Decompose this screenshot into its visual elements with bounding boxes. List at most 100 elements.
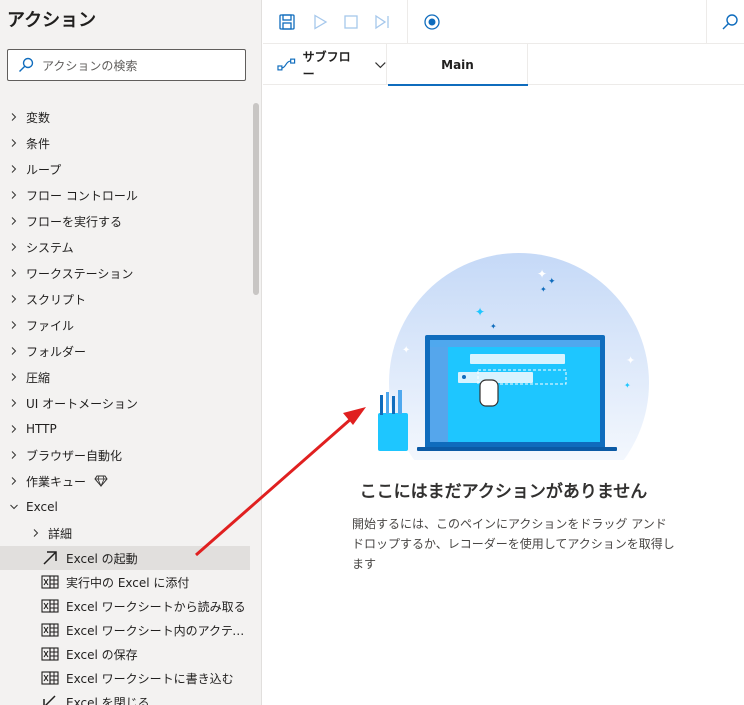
run-button[interactable] bbox=[308, 10, 332, 34]
save-icon bbox=[279, 14, 295, 30]
action-item[interactable]: Excel の保存 bbox=[0, 642, 250, 666]
chevron-right-icon bbox=[0, 347, 26, 355]
search-icon bbox=[19, 57, 34, 72]
category-item[interactable]: 圧縮 bbox=[0, 364, 250, 390]
step-button[interactable] bbox=[370, 10, 394, 34]
tab-main-label: Main bbox=[441, 57, 474, 72]
category-item[interactable]: ループ bbox=[0, 156, 250, 182]
category-item[interactable]: 変数 bbox=[0, 104, 250, 130]
svg-text:✦: ✦ bbox=[626, 354, 635, 367]
toolbar-divider bbox=[407, 0, 408, 44]
chevron-right-icon bbox=[24, 529, 48, 537]
svg-text:✦: ✦ bbox=[475, 305, 485, 319]
category-item[interactable]: 条件 bbox=[0, 130, 250, 156]
excel-grid-icon bbox=[40, 573, 60, 591]
chevron-right-icon bbox=[0, 321, 26, 329]
category-label: 条件 bbox=[26, 136, 51, 151]
action-label: Excel ワークシートに書き込む bbox=[66, 671, 234, 686]
category-item[interactable]: 作業キュー bbox=[0, 468, 250, 494]
launch-arrow-icon bbox=[40, 549, 60, 567]
record-button[interactable] bbox=[420, 10, 444, 34]
category-label: 圧縮 bbox=[26, 370, 51, 385]
stop-icon bbox=[344, 15, 358, 29]
chevron-right-icon bbox=[0, 477, 26, 485]
svg-text:✦: ✦ bbox=[548, 277, 556, 287]
action-label: Excel を閉じる bbox=[66, 695, 150, 705]
category-label: HTTP bbox=[26, 422, 57, 436]
chevron-right-icon bbox=[0, 165, 26, 173]
category-label: 作業キュー bbox=[26, 474, 87, 489]
actions-panel: アクション アクションの検索 変数条件ループフロー コントロール フローを実行する… bbox=[0, 0, 262, 705]
run-icon bbox=[314, 14, 328, 30]
premium-diamond-icon bbox=[86, 475, 108, 487]
action-item[interactable]: Excel を閉じる bbox=[0, 690, 250, 705]
tab-main[interactable]: Main bbox=[388, 44, 528, 86]
svg-text:✦: ✦ bbox=[624, 381, 631, 390]
action-item[interactable]: Excel ワークシート内のアクティブなセ... bbox=[0, 618, 250, 642]
category-item[interactable]: ファイル bbox=[0, 312, 250, 338]
step-icon bbox=[375, 14, 389, 30]
subflow-dropdown[interactable]: サブフロー bbox=[263, 44, 387, 85]
svg-text:✦: ✦ bbox=[537, 267, 547, 281]
find-button[interactable] bbox=[718, 10, 742, 34]
svg-text:✦: ✦ bbox=[402, 345, 410, 356]
category-label: スクリプト bbox=[26, 292, 87, 307]
record-icon bbox=[424, 14, 440, 30]
category-item[interactable]: スクリプト bbox=[0, 286, 250, 312]
category-label: フォルダー bbox=[26, 344, 87, 359]
chevron-right-icon bbox=[0, 451, 26, 459]
category-label: Excel bbox=[26, 500, 58, 514]
category-item[interactable]: フロー コントロール bbox=[0, 182, 250, 208]
action-label: Excel ワークシートから読み取る bbox=[66, 599, 246, 614]
chevron-right-icon bbox=[0, 139, 26, 147]
close-arrow-icon bbox=[40, 693, 60, 705]
empty-state-description: 開始するには、このペインにアクションをドラッグ アンド ドロップするか、レコーダ… bbox=[352, 517, 675, 571]
category-label: ループ bbox=[26, 162, 62, 177]
action-item[interactable]: Excel の起動 bbox=[0, 546, 250, 570]
toolbar-divider bbox=[706, 0, 707, 44]
category-item[interactable]: HTTP bbox=[0, 416, 250, 442]
category-item[interactable]: フローを実行する bbox=[0, 208, 250, 234]
search-icon bbox=[722, 14, 738, 30]
chevron-right-icon bbox=[0, 373, 26, 381]
category-label: システム bbox=[26, 240, 74, 255]
subcategory-label: 詳細 bbox=[48, 526, 73, 541]
flow-tabs: サブフロー Main bbox=[263, 44, 744, 86]
category-label: フロー コントロール bbox=[26, 188, 138, 203]
subcategory-details[interactable]: 詳細 bbox=[0, 521, 250, 545]
category-label: ファイル bbox=[26, 318, 75, 333]
chevron-right-icon bbox=[0, 295, 26, 303]
stop-button[interactable] bbox=[339, 10, 363, 34]
active-tab-indicator bbox=[388, 84, 528, 86]
designer-toolbar bbox=[263, 0, 744, 44]
category-item[interactable]: フォルダー bbox=[0, 338, 250, 364]
category-label: ワークステーション bbox=[26, 266, 134, 281]
chevron-down-icon bbox=[0, 503, 26, 511]
chevron-right-icon bbox=[0, 113, 26, 121]
category-label: フローを実行する bbox=[26, 214, 123, 229]
subflow-label: サブフロー bbox=[302, 49, 351, 81]
save-button[interactable] bbox=[275, 10, 299, 34]
chevron-right-icon bbox=[0, 191, 26, 199]
chevron-right-icon bbox=[0, 399, 26, 407]
category-item[interactable]: ワークステーション bbox=[0, 260, 250, 286]
panel-scrollbar[interactable] bbox=[253, 103, 259, 295]
chevron-right-icon bbox=[0, 243, 26, 251]
action-search-input[interactable]: アクションの検索 bbox=[7, 49, 246, 81]
action-item[interactable]: Excel ワークシートに書き込む bbox=[0, 666, 250, 690]
excel-grid-icon bbox=[40, 621, 60, 639]
panel-title: アクション bbox=[7, 10, 97, 31]
category-item[interactable]: システム bbox=[0, 234, 250, 260]
search-placeholder: アクションの検索 bbox=[42, 58, 138, 73]
svg-text:✦: ✦ bbox=[540, 285, 547, 294]
action-label: Excel の保存 bbox=[66, 647, 138, 662]
category-item[interactable]: ブラウザー自動化 bbox=[0, 442, 250, 468]
action-item[interactable]: Excel ワークシートから読み取る bbox=[0, 594, 250, 618]
category-item[interactable]: Excel bbox=[0, 494, 250, 520]
category-label: ブラウザー自動化 bbox=[26, 448, 123, 463]
empty-state-illustration: ✦ ✦ ✦ ✦ ✦ ✦ ✦ ✦ bbox=[378, 253, 649, 460]
svg-text:✦: ✦ bbox=[490, 322, 497, 331]
action-label: Excel ワークシート内のアクティブなセ... bbox=[66, 623, 246, 638]
category-item[interactable]: UI オートメーション bbox=[0, 390, 250, 416]
action-item[interactable]: 実行中の Excel に添付 bbox=[0, 570, 250, 594]
